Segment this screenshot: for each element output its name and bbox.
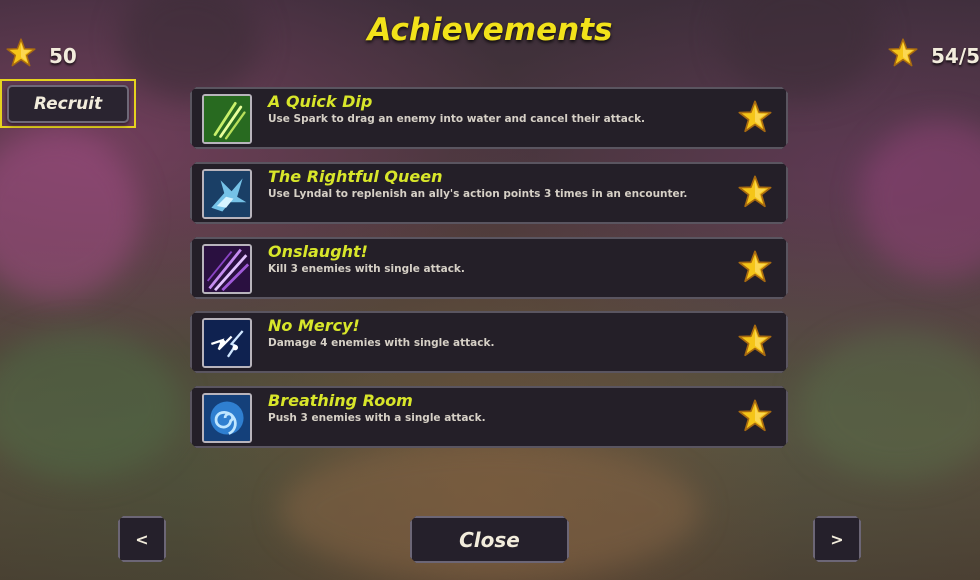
achievements-screen: 50 Achievements 54/54 Recruit A Quick Di… — [0, 0, 980, 580]
achievement-description: Push 3 enemies with a single attack. — [268, 412, 486, 424]
achievement-description: Use Spark to drag an enemy into water an… — [268, 113, 646, 125]
recruit-button[interactable]: Recruit — [7, 85, 129, 123]
star-icon — [888, 38, 918, 67]
background-foliage — [800, 330, 980, 480]
achievement-row: The Rightful Queen Use Lyndal to repleni… — [190, 162, 788, 224]
vortex-icon — [202, 393, 252, 443]
star-icon — [738, 324, 772, 358]
achievement-row: Breathing Room Push 3 enemies with a sin… — [190, 386, 788, 448]
achievement-description: Damage 4 enemies with single attack. — [268, 337, 495, 349]
achievement-progress: 54/54 — [931, 44, 980, 68]
background-foliage — [860, 120, 980, 280]
achievement-row: Onslaught! Kill 3 enemies with single at… — [190, 237, 788, 299]
next-page-button[interactable]: > — [813, 516, 861, 562]
page-title: Achievements — [367, 12, 613, 48]
achievement-row: A Quick Dip Use Spark to drag an enemy i… — [190, 87, 788, 149]
previous-page-button[interactable]: < — [118, 516, 166, 562]
lightning-icon — [202, 318, 252, 368]
ice-crystal-icon — [202, 169, 252, 219]
star-icon — [738, 175, 772, 209]
star-icon — [738, 399, 772, 433]
achievement-title: No Mercy! — [268, 316, 360, 335]
close-button[interactable]: Close — [410, 516, 569, 563]
achievement-title: A Quick Dip — [268, 92, 373, 111]
achievement-title: Breathing Room — [268, 391, 413, 410]
achievement-title: Onslaught! — [268, 242, 368, 261]
background-foliage — [0, 330, 180, 480]
achievement-description: Use Lyndal to replenish an ally's action… — [268, 188, 688, 200]
background-foliage — [0, 130, 140, 300]
achievement-description: Kill 3 enemies with single attack. — [268, 263, 465, 275]
star-icon — [738, 250, 772, 284]
star-icon — [738, 100, 772, 134]
achievement-title: The Rightful Queen — [268, 167, 443, 186]
claw-slash-icon — [202, 94, 252, 144]
purple-slash-icon — [202, 244, 252, 294]
achievement-row: No Mercy! Damage 4 enemies with single a… — [190, 311, 788, 373]
